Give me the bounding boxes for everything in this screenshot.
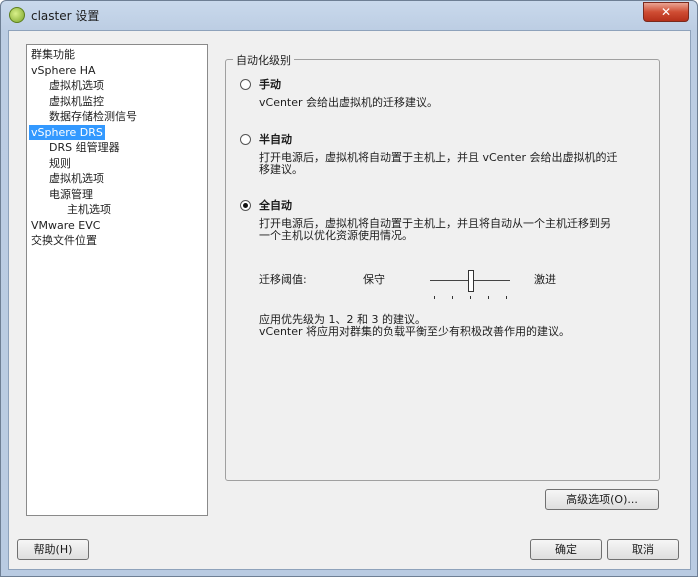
settings-tree[interactable]: 群集功能 vSphere HA 虚拟机选项 虚拟机监控 数据存储检测信号 vSphere …: [26, 44, 208, 516]
tree-item-rules[interactable]: 规则: [47, 156, 73, 171]
partially-automated-label[interactable]: 半自动: [259, 131, 292, 147]
tree-item-vsphere-ha[interactable]: vSphere HA: [29, 63, 98, 78]
migration-threshold-label: 迁移阈值:: [259, 273, 307, 286]
dialog-body: 群集功能 vSphere HA 虚拟机选项 虚拟机监控 数据存储检测信号 vSphere …: [8, 30, 691, 570]
threshold-max-label: 激进: [534, 273, 556, 286]
ok-button[interactable]: 确定: [530, 539, 602, 560]
tree-item-vsphere-drs[interactable]: vSphere DRS: [29, 124, 105, 140]
help-button[interactable]: 帮助(H): [17, 539, 89, 560]
tree-item-ha-vm-options[interactable]: 虚拟机选项: [47, 78, 106, 93]
tree-item-cluster-features[interactable]: 群集功能: [29, 47, 77, 62]
radio-partially-automated[interactable]: [240, 134, 251, 145]
threshold-note-line2: vCenter 将应用对群集的负载平衡至少有积极改善作用的建议。: [259, 325, 571, 338]
tree-item-swapfile-location[interactable]: 交换文件位置: [29, 233, 99, 248]
slider-tick: [452, 296, 453, 299]
threshold-min-label: 保守: [363, 273, 385, 286]
cancel-button[interactable]: 取消: [607, 539, 679, 560]
fully-automated-label[interactable]: 全自动: [259, 197, 292, 213]
tree-item-power-management[interactable]: 电源管理: [47, 187, 95, 202]
automation-level-title: 自动化级别: [233, 52, 294, 68]
slider-tick: [488, 296, 489, 299]
slider-tick: [506, 296, 507, 299]
settings-window: claster 设置 ✕ 群集功能 vSphere HA 虚拟机选项 虚拟机监控 数据存…: [0, 0, 698, 577]
tree-item-vm-monitoring[interactable]: 虚拟机监控: [47, 94, 106, 109]
slider-thumb[interactable]: [468, 270, 474, 292]
partially-automated-description-line1: 打开电源后，虚拟机将自动置于主机上，并且 vCenter 会给出虚拟机的迁: [259, 151, 618, 164]
partially-automated-description-line2: 移建议。: [259, 163, 303, 176]
slider-tick: [470, 296, 471, 299]
fully-automated-description-line2: 一个主机以优化资源使用情况。: [259, 229, 413, 242]
tree-item-drs-groups[interactable]: DRS 组管理器: [47, 140, 122, 155]
automation-level-group: [225, 59, 660, 481]
tree-item-drs-vm-options[interactable]: 虚拟机选项: [47, 171, 106, 186]
advanced-options-button[interactable]: 高级选项(O)...: [545, 489, 659, 510]
radio-fully-automated[interactable]: [240, 200, 251, 211]
close-button[interactable]: ✕: [643, 2, 689, 22]
tree-item-host-options[interactable]: 主机选项: [65, 202, 113, 217]
window-title: claster 设置: [31, 9, 100, 23]
tree-item-datastore-heartbeat[interactable]: 数据存储检测信号: [47, 109, 139, 124]
tree-item-vmware-evc[interactable]: VMware EVC: [29, 218, 102, 233]
radio-manual[interactable]: [240, 79, 251, 90]
slider-tick: [434, 296, 435, 299]
manual-label[interactable]: 手动: [259, 76, 281, 92]
manual-description: vCenter 会给出虚拟机的迁移建议。: [259, 96, 439, 109]
title-bar: claster 设置 ✕: [1, 1, 697, 29]
cluster-icon: [9, 7, 25, 23]
